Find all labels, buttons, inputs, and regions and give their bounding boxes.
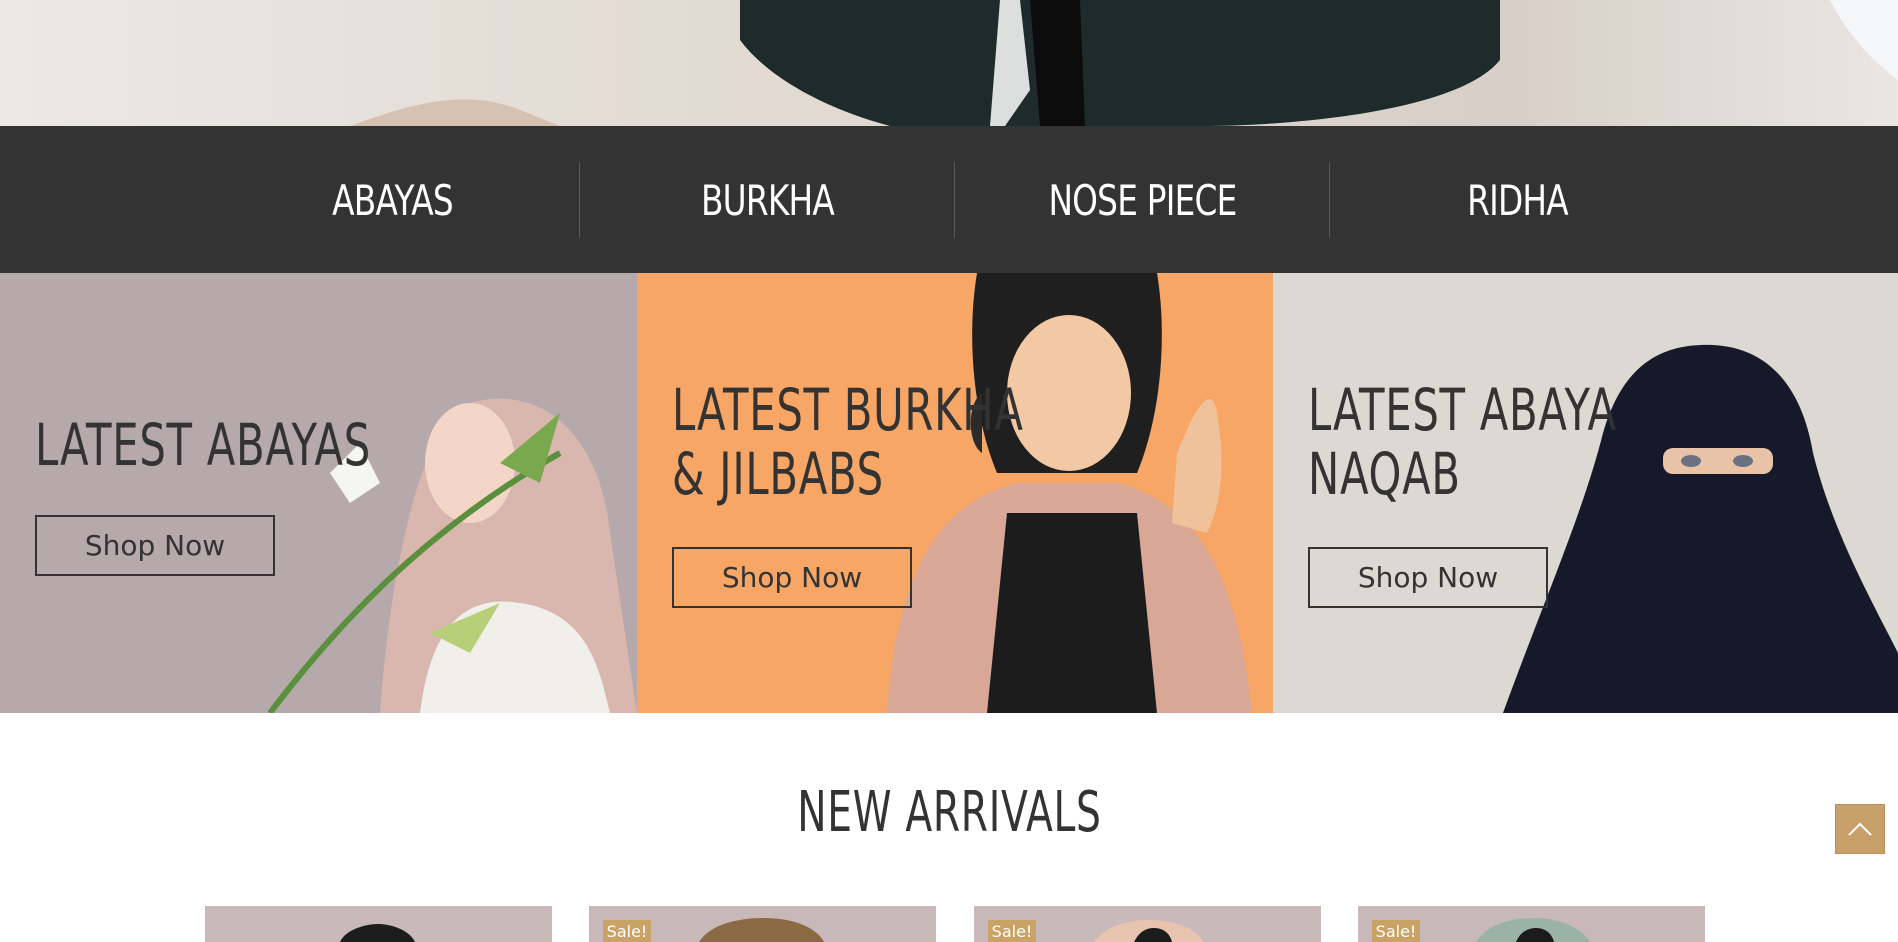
sale-badge: Sale! [1372,920,1420,942]
category-divider [1329,162,1330,238]
new-arrivals-heading: NEW ARRIVALS [0,780,1898,845]
hero-image [0,0,1898,126]
chevron-up-icon [1848,822,1872,836]
sale-badge: Sale! [988,920,1036,942]
banner-title-line2: & JILBABS [672,440,884,508]
banner-latest-abaya-naqab[interactable]: LATEST ABAYA NAQAB Shop Now [1273,273,1898,713]
shop-now-button[interactable]: Shop Now [1308,547,1548,608]
category-divider [954,162,955,238]
category-nose-piece[interactable]: NOSE PIECE [996,162,1289,238]
product-card[interactable]: Sale! [1358,906,1705,942]
scroll-to-top-button[interactable] [1835,804,1885,854]
new-arrivals-title: NEW ARRIVALS [796,780,1102,845]
banner-latest-abayas[interactable]: LATEST ABAYAS Shop Now [0,273,637,713]
banner-latest-burkha[interactable]: LATEST BURKHA & JILBABS Shop Now [637,273,1273,713]
product-card[interactable] [205,906,552,942]
banner-title: LATEST ABAYAS [35,411,371,479]
product-card[interactable]: Sale! [589,906,936,942]
shop-now-button[interactable]: Shop Now [35,515,275,576]
banner-title-line2: NAQAB [1308,440,1461,508]
banner-photo-abayas [0,273,637,713]
category-burkha[interactable]: BURKHA [621,162,914,238]
category-nav: ABAYAS BURKHA NOSE PIECE RIDHA [0,126,1898,273]
shop-now-button[interactable]: Shop Now [672,547,912,608]
category-divider [579,162,580,238]
banner-title-line1: LATEST BURKHA [672,376,1024,444]
product-image [205,906,552,942]
sale-badge: Sale! [603,920,651,942]
hero-illustration [350,0,1898,126]
category-abayas[interactable]: ABAYAS [246,162,539,238]
category-ridha[interactable]: RIDHA [1371,162,1664,238]
banner-title-line1: LATEST ABAYA [1308,376,1617,444]
product-card[interactable]: Sale! [974,906,1321,942]
